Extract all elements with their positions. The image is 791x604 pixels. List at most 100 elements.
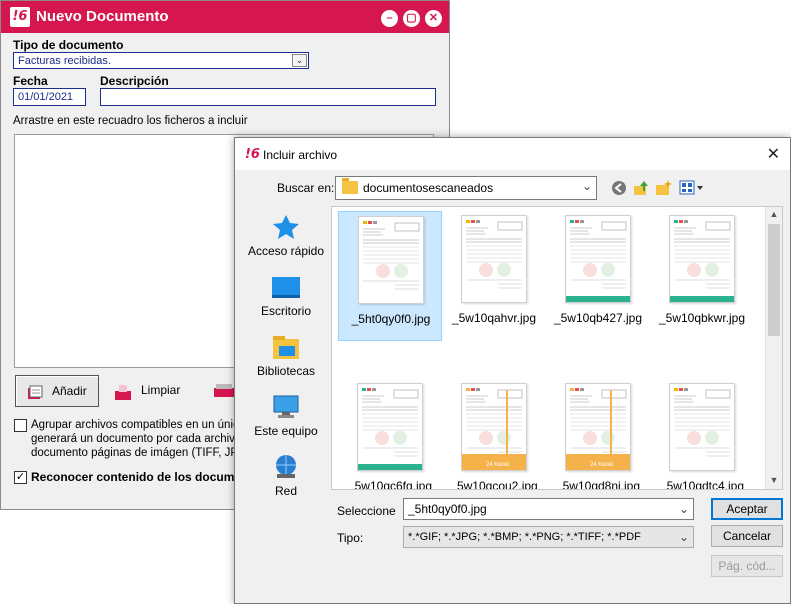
code-page-button[interactable]: Pág. cód... bbox=[711, 555, 783, 577]
chevron-down-icon[interactable]: ⌄ bbox=[679, 499, 689, 519]
accept-button[interactable]: Aceptar bbox=[711, 498, 783, 520]
place-network[interactable]: Red bbox=[243, 454, 329, 498]
chevron-down-icon[interactable]: ⌄ bbox=[582, 179, 592, 193]
file-name: _5w10qahvr.jpg bbox=[451, 311, 537, 325]
libraries-icon bbox=[271, 334, 301, 360]
recognize-content-checkbox[interactable]: ✓ bbox=[14, 471, 27, 484]
file-list-view[interactable]: ▲ ▼ _5ht0qy0f0.jpg _5w10qahvr.jpg _5w10qb4… bbox=[331, 206, 783, 490]
place-quick-access[interactable]: Acceso rápido bbox=[243, 214, 329, 258]
app-logo-icon: !6 bbox=[10, 7, 30, 27]
file-item[interactable]: _5ht0qy0f0.jpg bbox=[338, 211, 442, 341]
svg-text:24 horas: 24 horas bbox=[590, 462, 613, 468]
file-item[interactable]: 24 horas _5w10qd8nj.jpg bbox=[546, 379, 650, 490]
star-icon bbox=[271, 214, 301, 240]
dialog-title-bar: !6 Incluir archivo ✕ bbox=[235, 138, 790, 170]
network-icon bbox=[271, 454, 301, 480]
file-item[interactable]: _5w10qb427.jpg bbox=[546, 211, 650, 341]
maximize-icon[interactable]: ▢ bbox=[403, 10, 420, 27]
add-button-label: Añadir bbox=[52, 384, 87, 398]
close-icon[interactable]: ✕ bbox=[425, 10, 442, 27]
file-thumbnail: 24 horas bbox=[461, 383, 527, 471]
chevron-down-icon[interactable]: ⌄ bbox=[679, 527, 689, 547]
minimize-icon[interactable]: – bbox=[381, 10, 398, 27]
recognize-content-label: Reconocer contenido de los documen bbox=[31, 470, 249, 484]
tipo-documento-label: Tipo de documento bbox=[13, 38, 124, 52]
svg-text:24 horas: 24 horas bbox=[486, 462, 509, 468]
place-label: Este equipo bbox=[254, 424, 318, 438]
places-bar: Acceso rápido Escritorio Bibliotecas Est… bbox=[243, 206, 329, 498]
file-thumbnail bbox=[461, 215, 527, 303]
folder-icon bbox=[342, 178, 358, 194]
place-this-pc[interactable]: Este equipo bbox=[243, 394, 329, 438]
view-menu-icon[interactable] bbox=[679, 179, 705, 197]
file-name: _5w10qcou2.jpg bbox=[450, 479, 538, 490]
filename-label: Seleccione bbox=[337, 504, 396, 518]
dialog-title: Incluir archivo bbox=[263, 148, 338, 162]
look-in-combo[interactable]: documentosescaneados ⌄ bbox=[335, 176, 597, 200]
add-button[interactable]: Añadir bbox=[15, 375, 99, 407]
computer-icon bbox=[271, 394, 301, 420]
cancel-button[interactable]: Cancelar bbox=[711, 525, 783, 547]
drop-instruction: Arrastre en este recuadro los ficheros a… bbox=[13, 115, 248, 127]
place-libraries[interactable]: Bibliotecas bbox=[243, 334, 329, 378]
incluir-archivo-dialog: !6 Incluir archivo ✕ Buscar en: document… bbox=[234, 137, 791, 604]
descripcion-label: Descripción bbox=[100, 74, 169, 88]
add-file-icon bbox=[26, 382, 44, 399]
group-files-line-2: generará un documento por cada archivo; bbox=[31, 433, 245, 445]
file-type-combo[interactable]: *.*GIF; *.*JPG; *.*BMP; *.*PNG; *.*TIFF;… bbox=[403, 526, 694, 548]
file-name: _5ht0qy0f0.jpg bbox=[351, 312, 431, 326]
descripcion-field[interactable] bbox=[100, 88, 436, 106]
tipo-documento-select[interactable]: Facturas recibidas. ⌄ bbox=[13, 52, 309, 69]
scanner-icon[interactable] bbox=[213, 382, 235, 400]
look-in-value: documentosescaneados bbox=[363, 181, 494, 195]
file-name: _5w10qdtc4.jpg bbox=[659, 479, 745, 490]
file-name: _5w10qbkwr.jpg bbox=[658, 311, 746, 325]
title-bar: !6 Nuevo Documento – ▢ ✕ bbox=[1, 1, 449, 33]
place-desktop[interactable]: Escritorio bbox=[243, 274, 329, 318]
look-in-label: Buscar en: bbox=[277, 181, 335, 195]
group-files-line-3: documento páginas de imágen (TIFF, JPG, … bbox=[31, 447, 264, 459]
file-thumbnail bbox=[358, 216, 424, 304]
file-item[interactable]: 24 horas _5w10qcou2.jpg bbox=[442, 379, 546, 490]
place-label: Escritorio bbox=[260, 304, 311, 318]
scrollbar-thumb[interactable] bbox=[768, 224, 780, 336]
app-logo-icon: !6 bbox=[245, 147, 260, 162]
file-thumbnail bbox=[565, 215, 631, 303]
clear-button-label: Limpiar bbox=[141, 383, 181, 397]
fecha-label: Fecha bbox=[13, 74, 48, 88]
clear-button[interactable]: Limpiar bbox=[111, 375, 191, 407]
file-type-value: *.*GIF; *.*JPG; *.*BMP; *.*PNG; *.*TIFF;… bbox=[408, 531, 641, 543]
place-label: Red bbox=[274, 484, 297, 498]
desktop-icon bbox=[271, 274, 301, 300]
fecha-field[interactable]: 01/01/2021 bbox=[13, 88, 86, 106]
file-name: _5w10qb427.jpg bbox=[553, 311, 643, 325]
filename-combo[interactable]: _5ht0qy0f0.jpg ⌄ bbox=[403, 498, 694, 520]
new-folder-icon[interactable] bbox=[655, 179, 673, 197]
file-item[interactable]: _5w10qdtc4.jpg bbox=[650, 379, 754, 490]
file-item[interactable]: _5w10qahvr.jpg bbox=[442, 211, 546, 341]
place-label: Acceso rápido bbox=[247, 244, 325, 258]
file-thumbnail: 24 horas bbox=[565, 383, 631, 471]
eraser-icon bbox=[113, 382, 133, 400]
vertical-scrollbar[interactable]: ▲ ▼ bbox=[765, 207, 782, 489]
file-thumbnail bbox=[669, 383, 735, 471]
file-item[interactable]: _5w10qc6fg.jpg bbox=[338, 379, 442, 490]
window-title: Nuevo Documento bbox=[36, 8, 169, 25]
file-item[interactable]: _5w10qbkwr.jpg bbox=[650, 211, 754, 341]
place-label: Bibliotecas bbox=[256, 364, 316, 378]
up-folder-icon[interactable] bbox=[632, 179, 650, 197]
scroll-down-icon[interactable]: ▼ bbox=[766, 475, 782, 485]
file-thumbnail bbox=[669, 215, 735, 303]
file-thumbnail bbox=[357, 383, 423, 471]
chevron-down-icon[interactable]: ⌄ bbox=[292, 54, 307, 67]
group-files-line-1: Agrupar archivos compatibles en un único bbox=[31, 419, 246, 431]
back-icon[interactable] bbox=[610, 179, 628, 197]
file-name: _5w10qd8nj.jpg bbox=[555, 479, 641, 490]
close-icon[interactable]: ✕ bbox=[767, 144, 780, 164]
filename-value: _5ht0qy0f0.jpg bbox=[408, 502, 487, 516]
group-files-checkbox[interactable] bbox=[14, 419, 27, 432]
file-type-label: Tipo: bbox=[337, 531, 364, 545]
file-name: _5w10qc6fg.jpg bbox=[347, 479, 433, 490]
tipo-documento-value: Facturas recibidas. bbox=[18, 55, 111, 67]
scroll-up-icon[interactable]: ▲ bbox=[766, 209, 782, 219]
